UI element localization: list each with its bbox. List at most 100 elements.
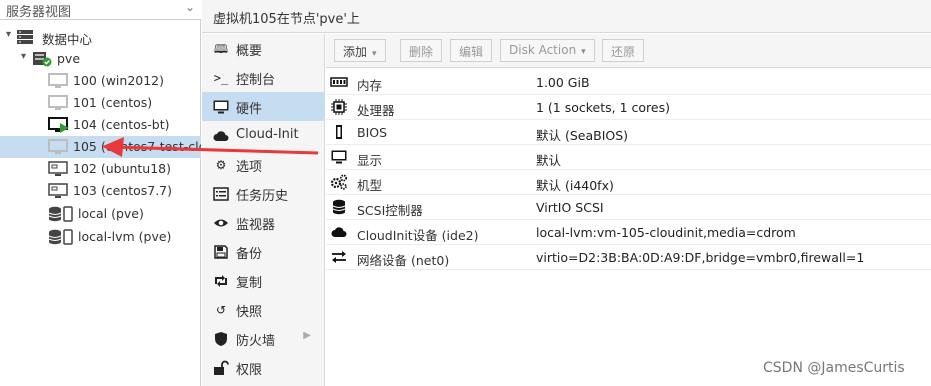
hardware-name: 网络设备 (net0) [357, 253, 450, 268]
display-icon [330, 149, 348, 165]
add-button[interactable]: 添加 ▾ [334, 39, 386, 62]
menu-item-label: 备份 [236, 247, 263, 262]
menu-item-label: 防火墙 [236, 334, 276, 349]
watermark-text: CSDN @JamesCurtis [763, 360, 905, 376]
vm-config-menu: 🕮 概要 >_ 控制台 硬件 Cloud-Init ⚙ 选项 任务历史 监视器 [202, 34, 325, 386]
tree-item-label: 100 (win2012) [73, 73, 165, 88]
remove-button-label: 删除 [409, 45, 434, 59]
menu-item-backup[interactable]: 备份 [202, 237, 325, 266]
tree-item-template-102[interactable]: 102 (ubuntu18) [0, 158, 201, 180]
menu-item-label: Cloud-Init [236, 127, 299, 142]
collapse-icon[interactable]: ▾ [6, 29, 11, 40]
tree-item-vm-101[interactable]: 101 (centos) [0, 92, 201, 114]
edit-button-label: 编辑 [459, 45, 484, 59]
desktop-icon [213, 99, 229, 115]
menu-item-label: 权限 [236, 363, 263, 378]
menu-item-permissions[interactable]: 权限 [202, 353, 325, 382]
disk-action-button-label: Disk Action [509, 43, 577, 57]
terminal-icon: >_ [213, 71, 229, 85]
panel-header: 虚拟机105在节点'pve'上 [202, 0, 931, 33]
floppy-icon [213, 244, 229, 260]
menu-item-firewall[interactable]: 防火墙 ▶ [202, 324, 325, 353]
resource-tree: 服务器视图 ⌄ ▾ 数据中心 ▾ pve 100 (win2012) 101 (… [0, 0, 201, 386]
retweet-icon [213, 273, 229, 289]
cloud-icon [330, 224, 348, 240]
list-icon [213, 186, 229, 202]
cloud-icon [213, 128, 229, 144]
eye-icon [213, 215, 229, 231]
database-icon [330, 199, 348, 215]
menu-item-console[interactable]: >_ 控制台 [202, 63, 325, 92]
hardware-value: 默认 (SeaBIOS) [536, 128, 629, 143]
hardware-value: 默认 (i440fx) [536, 178, 614, 193]
hardware-value: 1.00 GiB [536, 75, 590, 90]
bios-icon [330, 124, 348, 140]
revert-button[interactable]: 还原 [602, 39, 645, 62]
hardware-name: BIOS [357, 125, 388, 140]
hardware-value: 1 (1 sockets, 1 cores) [536, 100, 670, 115]
hardware-row-scsi-controller[interactable]: SCSI控制器 VirtIO SCSI [326, 195, 931, 220]
menu-item-monitor[interactable]: 监视器 [202, 208, 325, 237]
menu-item-label: 监视器 [236, 218, 276, 233]
hardware-name: SCSI控制器 [357, 203, 423, 218]
tree-item-vm-100[interactable]: 100 (win2012) [0, 70, 201, 92]
hardware-row-cpu[interactable]: 处理器 1 (1 sockets, 1 cores) [326, 95, 931, 120]
vm-stopped-icon [48, 139, 70, 155]
tree-item-storage-local-lvm[interactable]: local-lvm (pve) [0, 226, 201, 248]
tree-item-vm-105[interactable]: 105 (centos7-test-cloud [0, 136, 201, 158]
vm-running-icon [48, 117, 70, 133]
tree-item-datacenter[interactable]: ▾ 数据中心 [0, 26, 201, 48]
node-online-icon [32, 51, 54, 67]
hardware-name: 机型 [357, 178, 383, 193]
chevron-down-icon[interactable]: ⌄ [185, 0, 195, 14]
menu-item-label: 硬件 [236, 102, 263, 117]
tree-item-label: 101 (centos) [73, 95, 153, 110]
server-icon [16, 29, 38, 45]
hardware-row-memory[interactable]: 内存 1.00 GiB [326, 70, 931, 95]
edit-button[interactable]: 编辑 [450, 39, 493, 62]
hardware-row-bios[interactable]: BIOS 默认 (SeaBIOS) [326, 120, 931, 145]
menu-item-label: 复制 [236, 276, 263, 291]
chevron-down-icon: ▾ [372, 49, 377, 59]
cogs-icon [330, 174, 348, 190]
vm-stopped-icon [48, 73, 70, 89]
tree-item-storage-local[interactable]: local (pve) [0, 203, 201, 225]
tree-item-label: 102 (ubuntu18) [73, 161, 172, 176]
hardware-value: 默认 [536, 153, 562, 168]
hardware-value: virtio=D2:3B:BA:0D:A9:DF,bridge=vmbr0,fi… [536, 250, 865, 265]
menu-item-snapshots[interactable]: ↺ 快照 [202, 295, 325, 324]
expand-arrow-icon[interactable]: ▶ [303, 330, 311, 341]
view-selector-label: 服务器视图 [6, 5, 72, 20]
menu-item-label: 任务历史 [236, 189, 289, 204]
disk-action-button[interactable]: Disk Action ▾ [500, 39, 595, 62]
menu-item-label: 概要 [236, 44, 263, 59]
menu-item-cloud-init[interactable]: Cloud-Init [202, 121, 325, 150]
hardware-toolbar: 添加 ▾ 删除 编辑 Disk Action ▾ 还原 [326, 34, 931, 68]
remove-button[interactable]: 删除 [400, 39, 443, 62]
collapse-icon[interactable]: ▾ [21, 51, 26, 62]
storage-icon [48, 229, 73, 245]
menu-item-replication[interactable]: 复制 [202, 266, 325, 295]
tree-item-vm-104[interactable]: 104 (centos-bt) [0, 114, 201, 136]
hardware-value: local-lvm:vm-105-cloudinit,media=cdrom [536, 225, 796, 240]
menu-item-task-history[interactable]: 任务历史 [202, 179, 325, 208]
hardware-row-network[interactable]: 网络设备 (net0) virtio=D2:3B:BA:0D:A9:DF,bri… [326, 245, 931, 270]
menu-item-summary[interactable]: 🕮 概要 [202, 34, 325, 63]
book-icon: 🕮 [213, 42, 229, 56]
template-icon [48, 183, 70, 199]
vm-stopped-icon [48, 95, 70, 111]
view-selector[interactable]: 服务器视图 ⌄ [0, 0, 201, 20]
menu-item-hardware[interactable]: 硬件 [202, 92, 325, 121]
hardware-name: CloudInit设备 (ide2) [357, 228, 479, 243]
tree-item-node[interactable]: ▾ pve [0, 48, 201, 70]
hardware-row-display[interactable]: 显示 默认 [326, 145, 931, 170]
shield-icon [213, 331, 229, 347]
menu-item-options[interactable]: ⚙ 选项 [202, 150, 325, 179]
hardware-row-machine[interactable]: 机型 默认 (i440fx) [326, 170, 931, 195]
tree-item-label: local (pve) [78, 206, 144, 221]
add-button-label: 添加 [343, 45, 368, 59]
hardware-value: VirtIO SCSI [536, 200, 604, 215]
hardware-row-cloudinit[interactable]: CloudInit设备 (ide2) local-lvm:vm-105-clou… [326, 220, 931, 245]
tree-item-template-103[interactable]: 103 (centos7.7) [0, 180, 201, 202]
page-title: 虚拟机105在节点'pve'上 [213, 12, 360, 27]
